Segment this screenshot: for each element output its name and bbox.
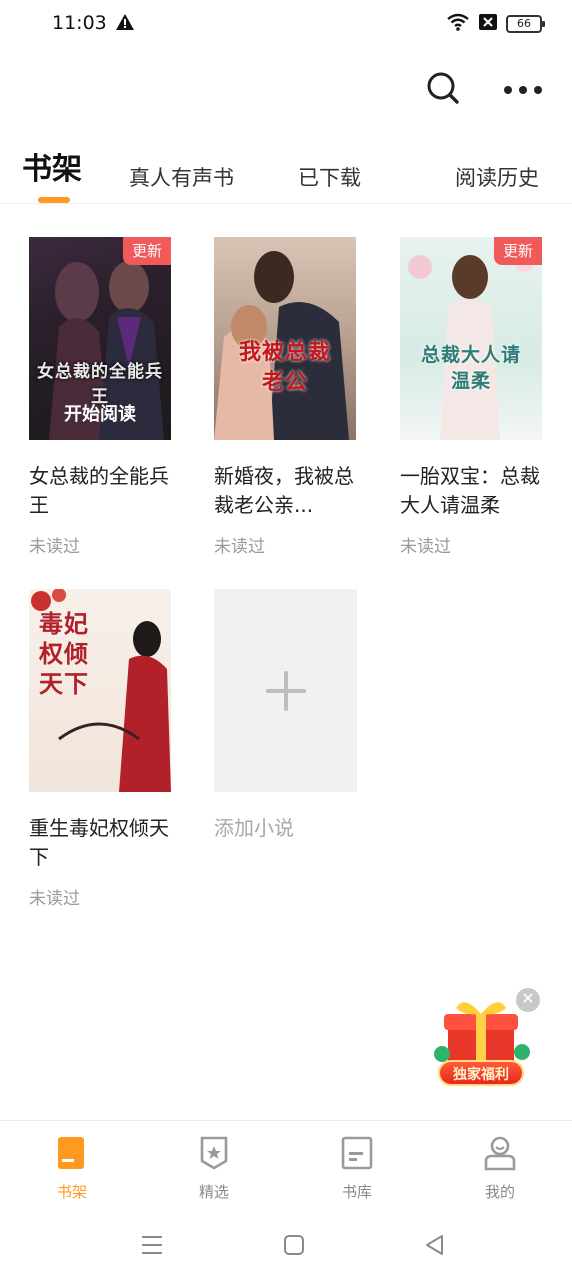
book-cover[interactable]: 女总裁的全能兵王 更新 开始阅读 <box>29 237 171 440</box>
wifi-icon <box>446 13 470 35</box>
update-badge: 更新 <box>122 237 171 265</box>
warning-icon <box>116 14 134 34</box>
book-cover[interactable]: 总裁大人请温柔 更新 <box>400 237 542 440</box>
book-title[interactable]: 新婚夜，我被总裁老公亲... <box>214 462 356 520</box>
status-time: 11:03 <box>52 12 107 34</box>
book-card[interactable]: 毒妃权倾天下 重生毒妃权倾天下 未读过 <box>29 589 171 909</box>
book-cover[interactable]: 我被总裁老公 <box>214 237 356 440</box>
nav-label: 我的 <box>484 1183 515 1201</box>
profile-icon <box>484 1136 516 1171</box>
add-novel-card[interactable]: 添加小说 <box>214 589 357 841</box>
tab-audiobooks[interactable]: 真人有声书 <box>129 162 234 192</box>
status-icons: 66 <box>446 13 545 35</box>
tab-indicator <box>38 197 70 203</box>
tab-bookshelf[interactable]: 书架 <box>22 144 82 188</box>
book-title[interactable]: 重生毒妃权倾天下 <box>29 814 171 872</box>
home-icon[interactable] <box>283 1234 305 1256</box>
bottom-nav: 书架 精选 书库 我的 <box>0 1120 572 1210</box>
update-badge: 更新 <box>493 237 542 265</box>
close-icon[interactable]: ✕ <box>516 988 540 1012</box>
back-icon[interactable] <box>424 1234 446 1256</box>
status-bar: 11:03 66 <box>0 0 572 52</box>
promo-float[interactable]: 独家福利 ✕ <box>434 988 540 1092</box>
book-read-status: 未读过 <box>29 889 80 909</box>
library-icon <box>341 1136 373 1170</box>
nav-item-library[interactable]: 书库 <box>317 1135 397 1202</box>
nav-item-featured[interactable]: 精选 <box>174 1135 254 1202</box>
book-read-status: 未读过 <box>29 537 80 557</box>
featured-icon <box>200 1136 228 1170</box>
menu-icon[interactable] <box>141 1234 163 1256</box>
book-title[interactable]: 一胎双宝：总裁大人请温柔 <box>400 462 542 520</box>
cover-title: 总裁大人请温柔 <box>420 344 521 392</box>
tab-bar: 书架 真人有声书 已下载 阅读历史 <box>0 150 572 204</box>
book-card[interactable]: 我被总裁老公 新婚夜，我被总裁老公亲... 未读过 <box>214 237 356 557</box>
nav-item-bookshelf[interactable]: 书架 <box>32 1135 112 1202</box>
add-novel-label[interactable]: 添加小说 <box>214 812 356 841</box>
bookshelf-icon <box>58 1137 84 1169</box>
no-sim-icon <box>478 13 498 35</box>
search-icon[interactable] <box>426 71 460 109</box>
add-novel-button[interactable] <box>214 589 357 792</box>
header-actions <box>426 70 542 110</box>
nav-label: 精选 <box>198 1183 229 1201</box>
system-nav-bar <box>0 1210 572 1280</box>
book-cover[interactable]: 毒妃权倾天下 <box>29 589 171 792</box>
battery-icon: 66 <box>506 15 545 33</box>
nav-label: 书库 <box>341 1183 372 1201</box>
tab-history[interactable]: 阅读历史 <box>455 162 539 192</box>
cover-title: 我被总裁老公 <box>238 339 331 395</box>
book-card[interactable]: 总裁大人请温柔 更新 一胎双宝：总裁大人请温柔 未读过 <box>400 237 542 557</box>
nav-label: 书架 <box>56 1183 87 1201</box>
book-title[interactable]: 女总裁的全能兵王 <box>29 462 171 520</box>
start-reading-label[interactable]: 开始阅读 <box>29 400 171 426</box>
book-card[interactable]: 女总裁的全能兵王 更新 开始阅读 女总裁的全能兵王 未读过 <box>29 237 171 557</box>
promo-label[interactable]: 独家福利 <box>438 1060 524 1086</box>
book-read-status: 未读过 <box>400 537 451 557</box>
more-icon[interactable] <box>504 86 542 94</box>
tab-downloaded[interactable]: 已下载 <box>298 162 361 192</box>
book-read-status: 未读过 <box>214 537 265 557</box>
nav-item-profile[interactable]: 我的 <box>460 1135 540 1202</box>
cover-title: 毒妃权倾天下 <box>39 609 89 698</box>
